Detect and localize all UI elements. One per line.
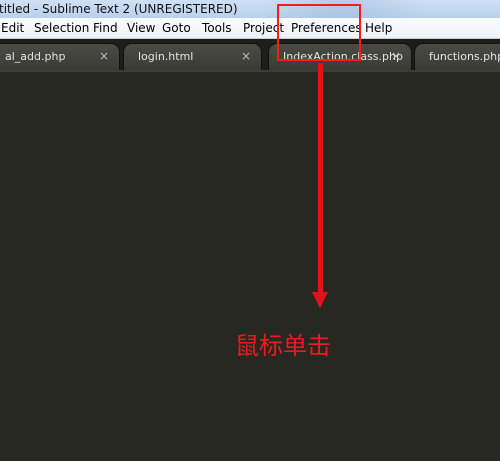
menu-bar: Edit Selection Find View Goto Tools Proj… [0, 18, 500, 39]
tab-strip: al_add.php × login.html × IndexAction.cl… [0, 39, 500, 72]
tab-al-add[interactable]: al_add.php × [0, 43, 120, 70]
menu-tools[interactable]: Tools [202, 18, 232, 38]
tab-label: al_add.php [5, 50, 66, 63]
annotation-text: 鼠标单击 [235, 332, 331, 360]
annotation-arrow-head-icon [312, 292, 328, 308]
tab-label: login.html [138, 50, 194, 63]
tab-close-icon[interactable]: × [99, 44, 109, 69]
menu-view[interactable]: View [127, 18, 155, 38]
tab-functions[interactable]: functions.php × [414, 43, 500, 70]
editor-area[interactable] [0, 72, 500, 461]
menu-help[interactable]: Help [365, 18, 392, 38]
tab-close-icon[interactable]: × [391, 44, 401, 69]
window-title-bar: titled - Sublime Text 2 (UNREGISTERED) [0, 0, 500, 18]
annotation-arrow-line [318, 63, 323, 295]
menu-edit[interactable]: Edit [1, 18, 24, 38]
tab-label: functions.php [429, 50, 500, 63]
tab-login[interactable]: login.html × [123, 43, 262, 70]
annotation-highlight-box [277, 4, 361, 61]
menu-selection[interactable]: Selection [34, 18, 89, 38]
menu-goto[interactable]: Goto [162, 18, 191, 38]
window-title: titled - Sublime Text 2 (UNREGISTERED) [0, 2, 238, 16]
menu-find[interactable]: Find [93, 18, 118, 38]
tab-close-icon[interactable]: × [241, 44, 251, 69]
